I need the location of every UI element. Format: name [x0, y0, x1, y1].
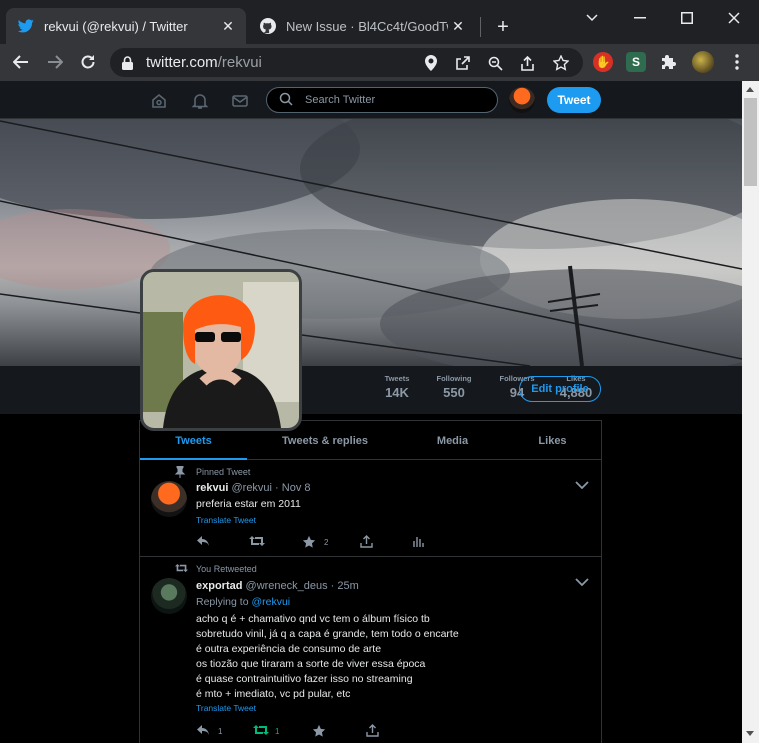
share-action[interactable]: [366, 723, 388, 739]
search-input[interactable]: [305, 94, 485, 106]
tab-title: rekvui (@rekvui) / Twitter: [44, 18, 188, 34]
reply-icon: [196, 535, 210, 549]
like-action[interactable]: 2: [302, 534, 328, 550]
zoom-icon[interactable]: [486, 54, 504, 72]
retweet-icon: [175, 563, 188, 575]
pinned-context: Pinned Tweet: [175, 466, 250, 478]
new-tab-button[interactable]: +: [492, 16, 514, 38]
chevron-down-icon[interactable]: [575, 578, 591, 594]
stat-tweets[interactable]: Tweets 14K: [369, 374, 425, 400]
profile-avatar[interactable]: [140, 269, 302, 431]
scrollbar-thumb[interactable]: [744, 98, 757, 186]
tweet-button[interactable]: Tweet: [547, 87, 601, 113]
extension-hand-icon[interactable]: ✋: [593, 52, 613, 72]
tab-search-chevron-icon[interactable]: [580, 6, 604, 30]
tweet-header: rekvui @rekvui · Nov 8: [196, 482, 311, 494]
nav-avatar[interactable]: [509, 87, 535, 113]
bookmark-star-icon[interactable]: [552, 54, 570, 72]
search-field[interactable]: [266, 87, 498, 113]
share-icon[interactable]: [518, 54, 536, 72]
like-count: 2: [324, 537, 329, 547]
browser-tab-strip: rekvui (@rekvui) / Twitter ✕ New Issue ·…: [0, 0, 759, 44]
reload-icon[interactable]: [75, 49, 101, 75]
reply-icon: [196, 724, 210, 738]
pin-icon: [175, 466, 187, 478]
star-icon: [312, 724, 326, 738]
profile-photo: [143, 272, 299, 428]
extensions-puzzle-icon[interactable]: [656, 49, 682, 75]
retweet-action[interactable]: 1: [253, 723, 279, 739]
retweet-count: 1: [275, 726, 280, 736]
messages-envelope-icon[interactable]: [231, 92, 249, 110]
github-icon: [260, 18, 276, 34]
address-bar[interactable]: twitter.com/rekvui: [110, 48, 583, 77]
open-in-app-icon[interactable]: [454, 54, 472, 72]
retweet-icon: [249, 535, 265, 549]
notifications-bell-icon[interactable]: [191, 92, 209, 110]
tab-media[interactable]: Media: [410, 421, 495, 461]
twitter-top-nav: Tweet: [0, 81, 742, 119]
back-arrow-icon[interactable]: [8, 49, 34, 75]
tab-likes[interactable]: Likes: [510, 421, 595, 461]
tab-twitter[interactable]: rekvui (@rekvui) / Twitter ✕: [6, 8, 246, 44]
like-action[interactable]: [312, 723, 334, 739]
chevron-down-icon[interactable]: [575, 481, 591, 497]
translate-link[interactable]: Translate Tweet: [196, 703, 256, 713]
home-icon[interactable]: [150, 92, 168, 110]
url-text: twitter.com/rekvui: [146, 54, 262, 71]
browser-toolbar: twitter.com/rekvui ✋ S: [0, 44, 759, 81]
reply-count: 1: [218, 726, 223, 736]
avatar[interactable]: [151, 481, 187, 517]
scroll-up-icon[interactable]: [746, 87, 754, 92]
profile-avatar-icon[interactable]: [692, 51, 714, 73]
twitter-bird-icon: [18, 18, 34, 34]
tweet-header: exportad @wreneck_deus · 25m: [196, 580, 359, 592]
close-tab-icon[interactable]: ✕: [218, 16, 238, 36]
maximize-icon[interactable]: [675, 6, 699, 30]
analytics-bars-icon: [412, 535, 426, 549]
analytics-action[interactable]: [412, 534, 434, 550]
minimize-icon[interactable]: [628, 6, 652, 30]
lock-icon: [122, 55, 136, 70]
reply-action[interactable]: 1: [196, 723, 222, 739]
share-action[interactable]: [360, 534, 382, 550]
share-icon: [366, 724, 380, 738]
close-window-icon[interactable]: [722, 6, 746, 30]
scroll-down-icon[interactable]: [746, 731, 754, 736]
replying-to: Replying to @rekvui: [196, 596, 291, 608]
close-tab-icon[interactable]: ✕: [448, 16, 468, 36]
forward-arrow-icon[interactable]: [42, 49, 68, 75]
retweet-context: You Retweeted: [175, 563, 257, 575]
tweet-text: preferia estar em 2011: [196, 498, 301, 510]
tab-title: New Issue · Bl4Cc4t/GoodTwitte: [286, 18, 448, 34]
edit-profile-button[interactable]: Edit profile: [519, 376, 601, 402]
retweet-icon: [253, 724, 269, 738]
avatar[interactable]: [151, 578, 187, 614]
page-viewport: Tweet Tweets 14K Following 550 Followers…: [0, 81, 742, 743]
power-lines: [0, 120, 742, 366]
reply-action[interactable]: [196, 534, 218, 550]
tab-github[interactable]: New Issue · Bl4Cc4t/GoodTwitte ✕: [248, 8, 476, 44]
profile-banner-image: [0, 119, 742, 366]
menu-kebab-icon[interactable]: [724, 49, 750, 75]
retweet-action[interactable]: [249, 534, 271, 550]
page-scrollbar[interactable]: [742, 81, 759, 743]
extension-s-icon[interactable]: S: [626, 52, 646, 72]
star-icon: [302, 535, 316, 549]
location-pin-icon[interactable]: [422, 54, 440, 72]
share-icon: [360, 535, 374, 549]
tweet-item[interactable]: You Retweeted exportad @wreneck_deus · 2…: [139, 557, 602, 743]
profile-stats-bar: Tweets 14K Following 550 Followers 94 Li…: [0, 366, 742, 414]
translate-link[interactable]: Translate Tweet: [196, 515, 256, 525]
mention-link[interactable]: @rekvui: [251, 596, 290, 608]
tweet-text: acho q é + chamativo qnd vc tem o álbum …: [196, 613, 459, 700]
stat-following[interactable]: Following 550: [426, 374, 482, 400]
tweet-item[interactable]: Pinned Tweet rekvui @rekvui · Nov 8 pref…: [139, 460, 602, 557]
tab-separator: [480, 17, 481, 37]
search-icon: [279, 92, 295, 108]
